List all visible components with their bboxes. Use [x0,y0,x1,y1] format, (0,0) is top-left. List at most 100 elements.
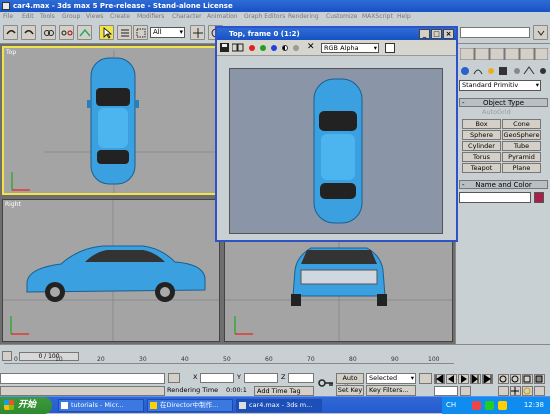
cone-button[interactable]: Cone [502,119,541,129]
frame-window-title-bar[interactable]: Top, frame 0 (1:2) _ □ × [217,28,456,40]
field-of-view-button[interactable] [498,386,509,396]
object-color-swatch[interactable] [534,192,544,203]
torus-button[interactable]: Torus [462,152,501,162]
zoom-extents-all-button[interactable] [534,374,545,384]
plane-button[interactable]: Plane [502,163,541,173]
green-channel-icon[interactable] [260,45,266,51]
close-button[interactable]: × [443,29,454,39]
maxscript-listener[interactable] [0,373,165,384]
sphere-button[interactable]: Sphere [462,130,501,140]
autogrid-checkbox[interactable]: AutoGrid [482,108,511,117]
key-icon[interactable] [318,377,334,389]
create-category-icons[interactable] [460,66,548,76]
time-configuration-button[interactable] [460,386,471,396]
pyramid-button[interactable]: Pyramid [502,152,541,162]
go-to-start-button[interactable] [434,374,445,384]
zoom-button[interactable] [498,374,509,384]
lock-selection-button[interactable] [168,373,180,383]
blue-channel-icon[interactable] [271,45,277,51]
zoom-extents-button[interactable] [522,374,533,384]
viewport-top-label[interactable]: Top [6,49,16,56]
key-mode-dropdown[interactable]: Selected ▾ [366,373,416,384]
menu-character[interactable]: Character [172,12,202,22]
set-key-big-button[interactable] [419,373,432,384]
rollout-collapse-icon: - [462,99,465,107]
menu-maxscript[interactable]: MAXScript [362,12,393,22]
region-select-button[interactable] [133,25,148,40]
selection-filter-dropdown[interactable]: All ▾ [150,27,185,38]
alpha-channel-icon[interactable] [282,45,288,51]
clone-icon[interactable] [232,43,244,53]
speaker-icon[interactable] [498,401,507,410]
menu-group[interactable]: Group [62,12,80,22]
time-slider[interactable]: 0 / 100 [19,352,79,361]
previous-frame-button[interactable] [446,374,457,384]
tray-icon[interactable] [472,401,481,410]
box-button[interactable]: Box [462,119,501,129]
menu-graph-editors[interactable]: Graph Editors [244,12,285,22]
menu-views[interactable]: Views [86,12,103,22]
clear-icon[interactable]: ✕ [307,42,315,52]
select-link-button[interactable] [41,25,56,40]
object-name-field[interactable] [459,192,531,203]
maximize-button[interactable]: □ [431,29,442,39]
viewport-right[interactable]: Right [2,199,220,342]
menu-tools[interactable]: Tools [40,12,55,22]
next-frame-button[interactable] [470,373,481,385]
object-type-rollout[interactable]: - Object Type [459,98,548,107]
z-coordinate-field[interactable] [288,373,314,383]
tube-button[interactable]: Tube [502,141,541,151]
ime-indicator[interactable]: CH [446,397,456,414]
tray-icon[interactable] [485,401,494,410]
bind-space-warp-button[interactable] [77,25,92,40]
set-key-button[interactable]: Set Key [336,385,364,396]
primitive-category-dropdown[interactable]: Standard Primitiv ▾ [459,80,541,91]
menu-edit[interactable]: Edit [22,12,34,22]
cylinder-button[interactable]: Cylinder [462,141,501,151]
toolbar-overflow-button[interactable] [533,25,548,40]
menu-create[interactable]: Create [110,12,130,22]
geosphere-button[interactable]: GeoSphere [502,130,541,140]
pan-button[interactable] [510,386,521,396]
undo-button[interactable] [3,25,18,40]
start-button[interactable]: 开始 [0,397,52,414]
move-button[interactable] [190,25,205,40]
unlink-button[interactable] [59,25,74,40]
key-filters-button[interactable]: Key Filters... [366,385,416,396]
name-and-color-rollout[interactable]: - Name and Color [459,180,548,189]
save-icon[interactable] [220,43,230,53]
play-button[interactable] [458,374,469,384]
taskbar-item-3dsmax[interactable]: car4.max - 3ds m... [236,399,322,412]
menu-animation[interactable]: Animation [207,12,238,22]
teapot-button[interactable]: Teapot [462,163,501,173]
red-channel-icon[interactable] [249,45,255,51]
go-to-end-button[interactable] [482,374,493,384]
add-time-tag-button[interactable]: Add Time Tag [254,386,314,396]
viewport-top[interactable]: Top [2,46,220,195]
auto-key-button[interactable]: Auto Key [336,373,364,391]
redo-button[interactable] [21,25,36,40]
menu-help[interactable]: Help [397,12,411,22]
command-panel-tabs[interactable] [460,48,548,60]
x-coordinate-field[interactable] [200,373,234,383]
current-frame-field[interactable] [434,386,458,396]
zoom-all-button[interactable] [510,374,521,384]
select-object-button[interactable] [99,25,114,40]
named-selection-field[interactable] [460,27,530,38]
y-coordinate-field[interactable] [244,373,278,383]
minimize-button[interactable]: _ [419,29,430,39]
taskbar-item-label: tutorials - Micr... [71,401,124,409]
mono-channel-icon[interactable] [293,45,299,51]
maximize-viewport-button[interactable] [534,386,545,396]
arc-rotate-button[interactable] [522,386,533,396]
menu-file[interactable]: File [3,12,13,22]
select-by-name-button[interactable] [117,25,132,40]
taskbar-item-director[interactable]: 在Director中制作... [147,399,233,412]
trackbar-toggle-button[interactable] [2,351,12,361]
menu-rendering[interactable]: Rendering [288,12,319,22]
channel-dropdown[interactable]: RGB Alpha ▾ [321,43,379,53]
menu-modifiers[interactable]: Modifiers [137,12,164,22]
taskbar-item-tutorials[interactable]: tutorials - Micr... [58,399,144,412]
menu-customize[interactable]: Customize [326,12,358,22]
color-swatch-icon[interactable] [385,43,395,53]
